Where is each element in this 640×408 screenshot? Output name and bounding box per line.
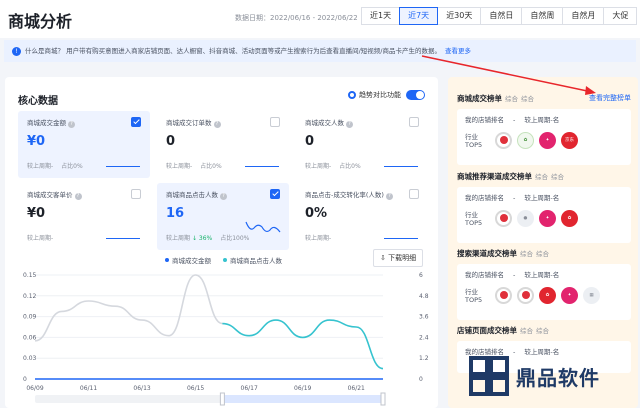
tab-7days[interactable]: 近7天 (399, 7, 439, 25)
watermark-logo-icon (469, 356, 509, 396)
watermark: 鼎品软件 (468, 355, 600, 397)
annotation-arrow (421, 55, 596, 95)
watermark-text: 鼎品软件 (516, 365, 600, 390)
